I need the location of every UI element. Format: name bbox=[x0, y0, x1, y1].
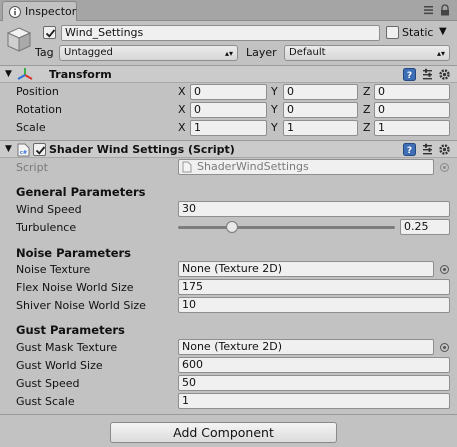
gust-speed-field[interactable]: 50 bbox=[178, 375, 450, 391]
static-checkbox[interactable] bbox=[386, 26, 399, 39]
info-icon bbox=[9, 6, 21, 18]
scale-label: Scale bbox=[16, 121, 46, 134]
shiver-noise-field[interactable]: 10 bbox=[178, 297, 450, 313]
script-label: Script bbox=[16, 161, 48, 174]
presets-sliders-icon[interactable] bbox=[421, 143, 434, 156]
script-file-icon bbox=[182, 161, 192, 176]
rotation-y-field[interactable]: 0 bbox=[283, 102, 358, 118]
layer-label: Layer bbox=[246, 46, 277, 59]
svg-text:c#: c# bbox=[20, 150, 27, 156]
axis-y-label: Y bbox=[271, 85, 278, 98]
transform-axes-icon bbox=[17, 67, 33, 84]
turbulence-field[interactable]: 0.25 bbox=[400, 219, 450, 235]
script-value: ShaderWindSettings bbox=[197, 160, 309, 173]
gameobject-cube-icon bbox=[5, 25, 33, 53]
turbulence-slider-track[interactable] bbox=[178, 226, 395, 229]
scale-z-field[interactable]: 1 bbox=[374, 120, 450, 136]
gust-parameters-heading: Gust Parameters bbox=[16, 323, 125, 337]
rotation-z-field[interactable]: 0 bbox=[374, 102, 450, 118]
axis-x-label: X bbox=[178, 85, 186, 98]
gameobject-name-field[interactable]: Wind_Settings bbox=[61, 25, 380, 41]
component-enabled-checkbox[interactable] bbox=[33, 143, 46, 156]
scale-y-field[interactable]: 1 bbox=[283, 120, 358, 136]
object-picker-icon bbox=[440, 163, 449, 172]
object-picker-icon[interactable] bbox=[440, 343, 449, 352]
flex-noise-field[interactable]: 175 bbox=[178, 279, 450, 295]
wind-speed-field[interactable]: 30 bbox=[178, 201, 450, 217]
turbulence-slider-thumb[interactable] bbox=[226, 221, 239, 233]
script-field: ShaderWindSettings bbox=[178, 159, 434, 175]
noise-texture-field[interactable]: None (Texture 2D) bbox=[178, 261, 434, 277]
script-component-title: Shader Wind Settings (Script) bbox=[49, 143, 235, 156]
foldout-arrow-icon[interactable]: ▼ bbox=[5, 144, 12, 154]
lock-icon[interactable] bbox=[439, 4, 451, 16]
tag-label: Tag bbox=[35, 46, 54, 59]
wind-speed-label: Wind Speed bbox=[16, 203, 82, 216]
static-label: Static bbox=[402, 26, 434, 39]
static-dropdown-arrow-icon[interactable]: ▼ bbox=[439, 26, 447, 37]
help-book-icon[interactable]: ? bbox=[403, 68, 416, 81]
axis-z-label: Z bbox=[363, 103, 371, 116]
tag-value: Untagged bbox=[64, 47, 113, 58]
noise-texture-label: Noise Texture bbox=[16, 263, 91, 276]
object-picker-icon[interactable] bbox=[440, 265, 449, 274]
axis-y-label: Y bbox=[271, 103, 278, 116]
gear-icon[interactable] bbox=[438, 143, 451, 156]
gust-speed-label: Gust Speed bbox=[16, 377, 80, 390]
tab-label: Inspector bbox=[25, 5, 77, 18]
tag-dropdown[interactable]: Untagged ▴▾ bbox=[59, 45, 238, 61]
gust-scale-field[interactable]: 1 bbox=[178, 393, 450, 409]
scale-x-field[interactable]: 1 bbox=[190, 120, 267, 136]
transform-title: Transform bbox=[49, 68, 112, 81]
position-z-field[interactable]: 0 bbox=[374, 84, 450, 100]
axis-z-label: Z bbox=[363, 121, 371, 134]
axis-x-label: X bbox=[178, 121, 186, 134]
svg-text:?: ? bbox=[407, 71, 412, 81]
flex-noise-label: Flex Noise World Size bbox=[16, 281, 134, 294]
noise-parameters-heading: Noise Parameters bbox=[16, 246, 132, 260]
svg-text:?: ? bbox=[407, 146, 412, 156]
help-book-icon[interactable]: ? bbox=[403, 143, 416, 156]
rotation-x-field[interactable]: 0 bbox=[190, 102, 267, 118]
axis-x-label: X bbox=[178, 103, 186, 116]
gust-mask-texture-field[interactable]: None (Texture 2D) bbox=[178, 339, 434, 355]
turbulence-label: Turbulence bbox=[16, 221, 77, 234]
layer-dropdown[interactable]: Default ▴▾ bbox=[284, 45, 450, 61]
position-y-field[interactable]: 0 bbox=[283, 84, 358, 100]
presets-sliders-icon[interactable] bbox=[421, 68, 434, 81]
position-x-field[interactable]: 0 bbox=[190, 84, 267, 100]
gear-icon[interactable] bbox=[438, 68, 451, 81]
updown-arrow-icon: ▴▾ bbox=[224, 49, 233, 58]
foldout-arrow-icon[interactable]: ▼ bbox=[5, 69, 12, 79]
tab-menu-icon[interactable] bbox=[423, 5, 435, 15]
updown-arrow-icon: ▴▾ bbox=[436, 49, 445, 58]
script-file-icon: c# bbox=[17, 143, 30, 160]
gust-mask-texture-label: Gust Mask Texture bbox=[16, 341, 118, 354]
add-component-button[interactable]: Add Component bbox=[110, 422, 337, 443]
tab-inspector[interactable]: Inspector bbox=[2, 1, 77, 21]
gust-world-size-label: Gust World Size bbox=[16, 359, 103, 372]
layer-value: Default bbox=[289, 47, 326, 58]
gust-world-size-field[interactable]: 600 bbox=[178, 357, 450, 373]
rotation-label: Rotation bbox=[16, 103, 63, 116]
gust-scale-label: Gust Scale bbox=[16, 395, 75, 408]
component-divider bbox=[0, 414, 457, 415]
gameobject-active-checkbox[interactable] bbox=[43, 26, 56, 39]
shiver-noise-label: Shiver Noise World Size bbox=[16, 299, 146, 312]
axis-z-label: Z bbox=[363, 85, 371, 98]
general-parameters-heading: General Parameters bbox=[16, 185, 146, 199]
position-label: Position bbox=[16, 85, 59, 98]
axis-y-label: Y bbox=[271, 121, 278, 134]
